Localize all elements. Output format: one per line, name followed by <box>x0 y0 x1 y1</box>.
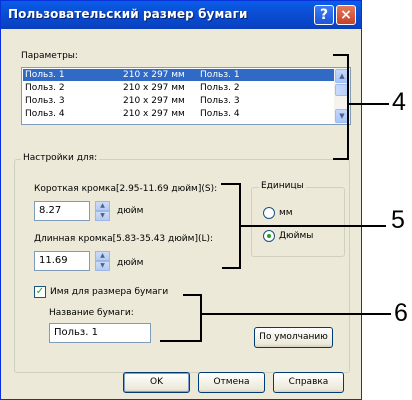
spin-up-icon[interactable]: ▲ <box>95 251 110 261</box>
long-edge-input[interactable]: 11.69 <box>34 251 90 271</box>
title-bar[interactable]: Пользовательский размер бумаги ? × <box>1 1 361 29</box>
inch-radio[interactable] <box>263 230 275 242</box>
window-title: Пользовательский размер бумаги <box>8 7 248 21</box>
list-item-size: 210 x 297 мм <box>123 83 185 93</box>
list-item[interactable]: Польз. 3 210 x 297 мм Польз. 3 <box>23 95 334 107</box>
list-item-alias: Польз. 1 <box>200 70 240 80</box>
callout-number-6: 6 <box>394 299 408 327</box>
list-item-alias: Польз. 3 <box>200 96 240 106</box>
list-item-name: Польз. 2 <box>25 83 65 93</box>
units-group <box>251 187 345 257</box>
cancel-button[interactable]: Отмена <box>198 372 265 393</box>
mm-radio[interactable] <box>263 207 275 219</box>
units-group-title: Единицы <box>259 181 306 191</box>
params-listbox[interactable]: Польз. 1 210 x 297 мм Польз. 1 Польз. 2 … <box>21 67 351 125</box>
long-edge-stepper[interactable]: ▲ ▼ <box>95 251 110 271</box>
params-label: Параметры: <box>21 51 78 61</box>
list-item-size: 210 x 297 мм <box>123 109 185 119</box>
list-item[interactable]: Польз. 2 210 x 297 мм Польз. 2 <box>23 82 334 94</box>
short-edge-unit: дюйм <box>117 206 144 216</box>
short-edge-stepper[interactable]: ▲ ▼ <box>95 201 110 221</box>
default-button[interactable]: По умолчанию <box>254 327 333 348</box>
spin-down-icon[interactable]: ▼ <box>95 211 110 221</box>
list-item-alias: Польз. 2 <box>200 83 240 93</box>
list-item-name: Польз. 3 <box>25 96 65 106</box>
close-icon[interactable]: × <box>336 5 356 25</box>
list-item-size: 210 x 297 мм <box>123 96 185 106</box>
scroll-thumb[interactable] <box>335 84 349 96</box>
params-scrollbar[interactable]: ▲ ▼ <box>334 68 350 124</box>
spin-down-icon[interactable]: ▼ <box>95 261 110 271</box>
custom-paper-size-dialog: Пользовательский размер бумаги ? × Парам… <box>0 0 362 400</box>
ok-button[interactable]: OK <box>123 372 190 393</box>
list-item-alias: Польз. 4 <box>200 109 240 119</box>
settings-group-title: Настройки для: <box>21 153 100 163</box>
callout-number-4: 4 <box>392 88 406 116</box>
mm-label[interactable]: мм <box>279 208 293 218</box>
scroll-up-icon[interactable]: ▲ <box>335 69 349 83</box>
paper-name-checkbox-label[interactable]: Имя для размера бумаги <box>50 287 168 297</box>
paper-name-label: Название бумаги: <box>49 308 134 318</box>
list-item-name: Польз. 4 <box>25 109 65 119</box>
short-edge-input[interactable]: 8.27 <box>34 201 90 221</box>
help-button[interactable]: Справка <box>273 372 344 393</box>
spin-up-icon[interactable]: ▲ <box>95 201 110 211</box>
long-edge-label: Длинная кромка[5.83-35.43 дюйм](L): <box>34 234 214 244</box>
list-item-size: 210 x 297 мм <box>123 70 185 80</box>
long-edge-unit: дюйм <box>117 258 144 268</box>
paper-name-input[interactable]: Польз. 1 <box>49 323 151 343</box>
list-item[interactable]: Польз. 4 210 x 297 мм Польз. 4 <box>23 108 334 120</box>
help-icon[interactable]: ? <box>314 5 334 25</box>
short-edge-label: Короткая кромка[2.95-11.69 дюйм](S): <box>34 184 218 194</box>
inch-label[interactable]: Дюймы <box>279 231 313 241</box>
paper-name-checkbox[interactable]: ✓ <box>34 286 46 298</box>
list-item[interactable]: Польз. 1 210 x 297 мм Польз. 1 <box>23 69 334 81</box>
list-item-name: Польз. 1 <box>25 70 65 80</box>
scroll-down-icon[interactable]: ▼ <box>335 109 349 123</box>
callout-number-5: 5 <box>391 206 405 234</box>
radio-selected-dot <box>267 234 271 238</box>
